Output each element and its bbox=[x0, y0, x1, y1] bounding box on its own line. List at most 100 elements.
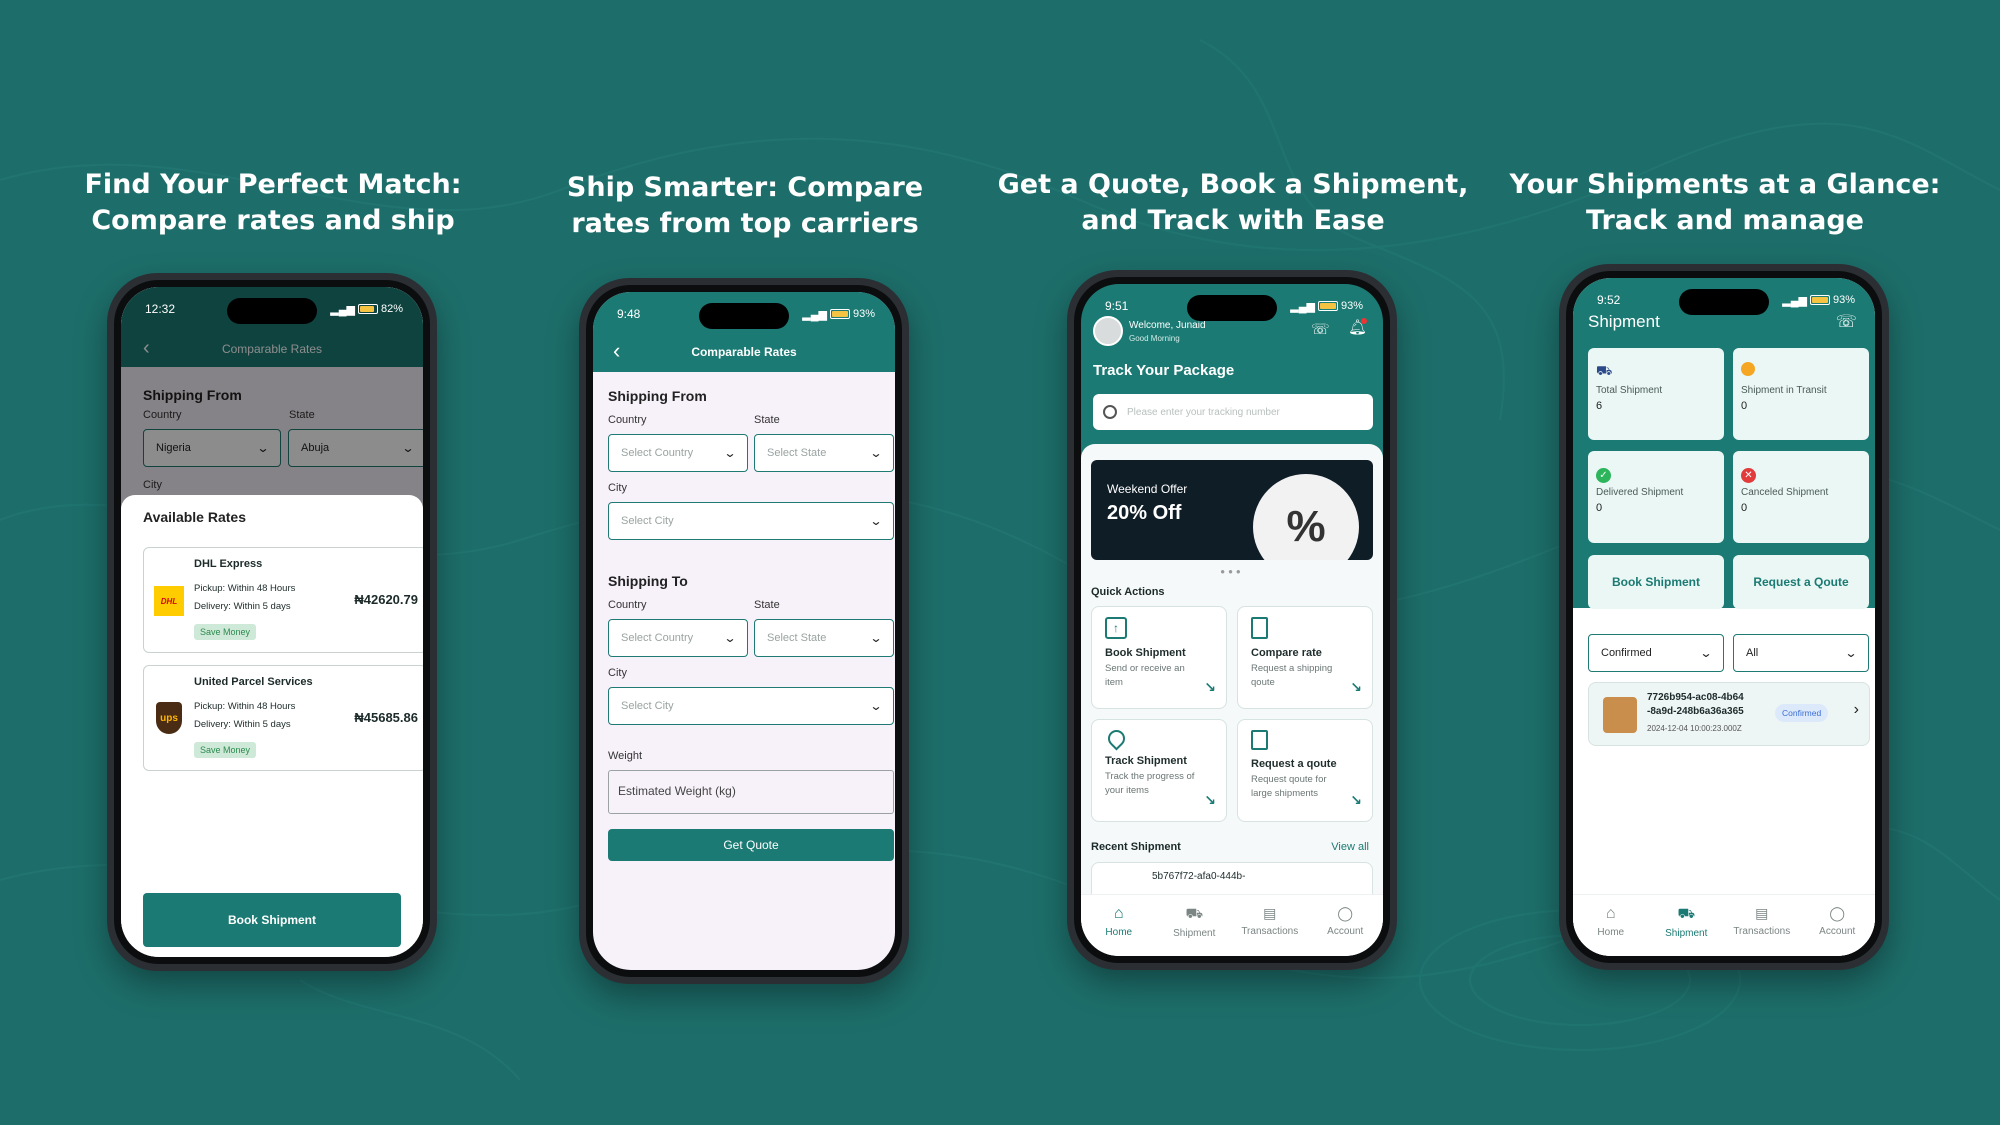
carrier-name: United Parcel Services bbox=[194, 676, 313, 688]
request-quote-button[interactable]: Request a Qoute bbox=[1733, 555, 1869, 609]
shipping-from-title: Shipping From bbox=[608, 388, 707, 404]
ups-logo-icon: ups bbox=[156, 702, 182, 734]
dynamic-island bbox=[1679, 289, 1769, 315]
to-city-select[interactable]: Select City ⌄ bbox=[608, 687, 894, 725]
header-title: Comparable Rates bbox=[691, 345, 797, 359]
tab-account[interactable]: ◯ Account bbox=[1802, 905, 1872, 937]
clipboard-icon: ▤ bbox=[1263, 905, 1277, 921]
truck-icon: ⛟ bbox=[1677, 905, 1696, 921]
user-icon: ◯ bbox=[1337, 905, 1354, 921]
get-quote-button[interactable]: Get Quote bbox=[608, 829, 894, 861]
weight-input[interactable]: Estimated Weight (kg) bbox=[608, 770, 894, 814]
rate-price: ₦45685.86 bbox=[354, 710, 418, 725]
phone-3-home: 9:51 ▂▄▆ 93% Welcome, Junaid Good Morning… bbox=[1067, 270, 1397, 970]
discount-cart-image: % bbox=[1253, 474, 1359, 560]
sheet-title: Available Rates bbox=[143, 509, 246, 525]
phone-1-compare-rates: 12:32 ▂▄▆ 82% ‹ Comparable Rates Shipping… bbox=[107, 273, 437, 971]
shipping-to-title: Shipping To bbox=[608, 573, 688, 589]
quick-action-compare-rate[interactable]: Compare rate Request a shipping qoute ↘ bbox=[1237, 606, 1373, 709]
type-filter-select[interactable]: All ⌄ bbox=[1733, 634, 1869, 672]
state-label: State bbox=[754, 414, 780, 426]
from-country-select[interactable]: Select Country ⌄ bbox=[608, 434, 748, 472]
home-content: Weekend Offer 20% Off % ●●● Quick Action… bbox=[1081, 444, 1383, 956]
truck-icon: ⛟ bbox=[1596, 363, 1613, 378]
stat-total-shipment: ⛟ Total Shipment 6 bbox=[1588, 348, 1724, 440]
screen-available-rates: 12:32 ▂▄▆ 82% ‹ Comparable Rates Shipping… bbox=[121, 287, 423, 957]
track-title: Track Your Package bbox=[1093, 362, 1235, 379]
carrier-name: DHL Express bbox=[194, 558, 263, 570]
box-upload-icon: ↑ bbox=[1105, 617, 1127, 639]
tab-home[interactable]: ⌂ Home bbox=[1084, 905, 1154, 938]
pickup-text: Pickup: Within 48 Hours bbox=[194, 583, 296, 594]
headline-4: Your Shipments at a Glance: Track and man… bbox=[1509, 169, 1941, 236]
headline-3: Get a Quote, Book a Shipment, and Track w… bbox=[997, 169, 1469, 236]
view-all-link[interactable]: View all bbox=[1331, 841, 1369, 853]
tab-shipment[interactable]: ⛟ Shipment bbox=[1651, 905, 1721, 939]
shipment-id: 7726b954-ac08-4b64 bbox=[1647, 692, 1744, 703]
screen-comparable-rates: 9:48 ▂▄▆ 93% ‹ Comparable Rates Shipping … bbox=[593, 292, 895, 970]
book-shipment-button[interactable]: Book Shipment bbox=[143, 893, 401, 947]
tab-transactions[interactable]: ▤ Transactions bbox=[1727, 905, 1797, 937]
stat-canceled: ✕ Canceled Shipment 0 bbox=[1733, 451, 1869, 543]
receipt-check-icon bbox=[1251, 730, 1268, 750]
status-filter-select[interactable]: Confirmed ⌄ bbox=[1588, 634, 1724, 672]
offer-line2: 20% Off bbox=[1107, 502, 1182, 524]
document-icon bbox=[1251, 617, 1268, 639]
quick-action-book-shipment[interactable]: ↑ Book Shipment Send or receive an item ↘ bbox=[1091, 606, 1227, 709]
screen-shipments: 9:52 ▂▄▆ 93% Shipment ☏ ⛟ Total Shipment 6… bbox=[1573, 278, 1875, 956]
phone-4-shipments: 9:52 ▂▄▆ 93% Shipment ☏ ⛟ Total Shipment 6… bbox=[1559, 264, 1889, 970]
shipment-list-item[interactable]: 7726b954-ac08-4b64 -8a9d-248b6a36a365 20… bbox=[1588, 682, 1870, 746]
dynamic-island bbox=[1187, 295, 1277, 321]
city-label: City bbox=[608, 667, 627, 679]
pickup-text: Pickup: Within 48 Hours bbox=[194, 701, 296, 712]
quick-action-track-shipment[interactable]: Track Shipment Track the progress of your… bbox=[1091, 719, 1227, 822]
chevron-down-icon: ⌄ bbox=[869, 514, 883, 528]
location-pin-icon bbox=[1104, 726, 1129, 751]
delivery-text: Delivery: Within 5 days bbox=[194, 719, 291, 730]
country-label: Country bbox=[608, 414, 647, 426]
tab-shipment[interactable]: ⛟ Shipment bbox=[1159, 905, 1229, 939]
shipment-id-cont: -8a9d-248b6a36a365 bbox=[1647, 706, 1744, 717]
from-state-select[interactable]: Select State ⌄ bbox=[754, 434, 894, 472]
user-icon: ◯ bbox=[1829, 905, 1846, 921]
chevron-right-icon: › bbox=[1853, 701, 1859, 718]
arrow-icon: ↘ bbox=[1350, 792, 1362, 808]
bottom-tab-bar: ⌂ Home ⛟ Shipment ▤ Transactions ◯ Account bbox=[1081, 894, 1383, 956]
shipment-date: 2024-12-04 10:00:23.000Z bbox=[1647, 724, 1742, 733]
chevron-down-icon: ⌄ bbox=[869, 446, 883, 460]
rate-price: ₦42620.79 bbox=[354, 592, 418, 607]
chevron-down-icon: ⌄ bbox=[869, 699, 883, 713]
available-rates-sheet: Available Rates DHL DHL Express Pickup: … bbox=[121, 495, 423, 957]
tab-account[interactable]: ◯ Account bbox=[1310, 905, 1380, 937]
delivery-text: Delivery: Within 5 days bbox=[194, 601, 291, 612]
country-label: Country bbox=[608, 599, 647, 611]
dynamic-island bbox=[227, 298, 317, 324]
tracking-search-input[interactable]: Please enter your tracking number bbox=[1093, 394, 1373, 430]
save-money-badge: Save Money bbox=[194, 624, 257, 640]
chevron-down-icon: ⌄ bbox=[869, 631, 883, 645]
offer-banner[interactable]: Weekend Offer 20% Off % bbox=[1091, 460, 1373, 560]
tab-home[interactable]: ⌂ Home bbox=[1576, 905, 1646, 938]
phone-2-get-quote: 9:48 ▂▄▆ 93% ‹ Comparable Rates Shipping … bbox=[579, 278, 909, 984]
search-icon bbox=[1103, 405, 1117, 419]
clock-icon bbox=[1741, 362, 1755, 376]
x-circle-icon: ✕ bbox=[1741, 468, 1756, 483]
dynamic-island bbox=[699, 303, 789, 329]
rate-card-dhl[interactable]: DHL DHL Express Pickup: Within 48 Hours … bbox=[143, 547, 423, 653]
headline-1: Find Your Perfect Match: Compare rates an… bbox=[84, 169, 462, 236]
check-circle-icon: ✓ bbox=[1596, 468, 1611, 483]
to-country-select[interactable]: Select Country ⌄ bbox=[608, 619, 748, 657]
quick-action-request-quote[interactable]: Request a qoute Request qoute for large s… bbox=[1237, 719, 1373, 822]
rate-card-ups[interactable]: ups United Parcel Services Pickup: Withi… bbox=[143, 665, 423, 771]
to-state-select[interactable]: Select State ⌄ bbox=[754, 619, 894, 657]
book-shipment-button[interactable]: Book Shipment bbox=[1588, 555, 1724, 609]
chevron-down-icon: ⌄ bbox=[1699, 646, 1713, 660]
stat-in-transit: Shipment in Transit 0 bbox=[1733, 348, 1869, 440]
weight-label: Weight bbox=[608, 750, 643, 762]
truck-icon: ⛟ bbox=[1185, 905, 1204, 921]
city-label: City bbox=[608, 482, 627, 494]
tab-transactions[interactable]: ▤ Transactions bbox=[1235, 905, 1305, 937]
home-icon: ⌂ bbox=[1113, 905, 1124, 922]
headline-2: Ship Smarter: Compare rates from top carr… bbox=[566, 172, 924, 239]
from-city-select[interactable]: Select City ⌄ bbox=[608, 502, 894, 540]
